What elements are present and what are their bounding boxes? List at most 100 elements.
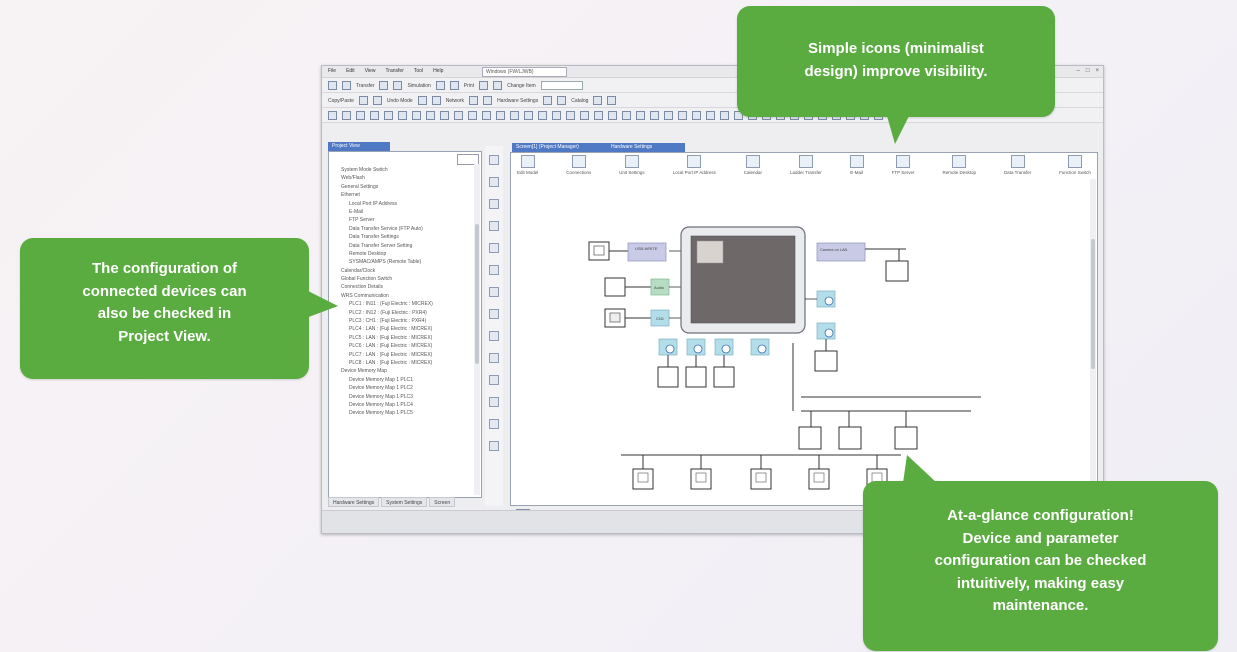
tree-item[interactable]: PLC2 : IN12 : (Fuji Electric : PXR4) bbox=[333, 309, 473, 317]
toolbar-icon[interactable] bbox=[543, 96, 553, 105]
drawing-tool-icon[interactable] bbox=[384, 111, 393, 120]
toolbar-icon[interactable] bbox=[379, 81, 389, 90]
camera-device-group[interactable]: CN1 bbox=[604, 308, 670, 328]
drawing-tool-icon[interactable] bbox=[664, 111, 673, 120]
drawing-tool-icon[interactable] bbox=[342, 111, 351, 120]
drawing-tool-icon[interactable] bbox=[524, 111, 533, 120]
tree-item[interactable]: Remote Desktop bbox=[333, 250, 473, 258]
drawing-tool-icon[interactable] bbox=[426, 111, 435, 120]
tree-item[interactable]: Device Memory Map bbox=[333, 367, 473, 375]
lan-device-1[interactable] bbox=[798, 426, 822, 450]
toolbar-label[interactable]: Transfer bbox=[356, 83, 374, 89]
tree-item[interactable]: Global Function Switch bbox=[333, 275, 473, 283]
tree-item[interactable]: Device Memory Map 1 PLC2 bbox=[333, 384, 473, 392]
toolbar-icon[interactable] bbox=[328, 81, 337, 90]
audio-device-group[interactable]: Audio bbox=[604, 277, 670, 297]
drawing-tool-icon[interactable] bbox=[510, 111, 519, 120]
menu-item[interactable]: File bbox=[328, 68, 336, 74]
tree-item[interactable]: E-Mail bbox=[333, 208, 473, 216]
drawing-tool-icon[interactable] bbox=[650, 111, 659, 120]
tool-icon[interactable] bbox=[489, 331, 499, 341]
toolbar-label[interactable]: Undo Mode bbox=[387, 98, 413, 104]
toolbar-icon[interactable] bbox=[417, 96, 427, 105]
tree-item[interactable]: PLC1 : IN11 : (Fuji Electric : MICREX) bbox=[333, 300, 473, 308]
toolbar-icon[interactable] bbox=[431, 96, 441, 105]
tab-screen[interactable]: Screen[1] (Project Manager) bbox=[512, 143, 608, 152]
project-tree-scrollbar[interactable] bbox=[474, 164, 480, 495]
title-field[interactable]: Windows (FW/LJWB) bbox=[482, 67, 567, 77]
drawing-tool-icon[interactable] bbox=[482, 111, 491, 120]
tab-hardware-settings[interactable]: Hardware Settings bbox=[607, 143, 685, 152]
minimize-icon[interactable]: – bbox=[1077, 68, 1080, 74]
ribbon-button[interactable]: Ladder Transfer bbox=[790, 155, 822, 179]
close-icon[interactable]: × bbox=[1095, 68, 1099, 74]
toolbar-label[interactable]: Hardware Settings bbox=[497, 98, 538, 104]
tool-icon[interactable] bbox=[489, 199, 499, 209]
ribbon-button[interactable]: Connections bbox=[566, 155, 591, 179]
left-panel-tab[interactable]: Screen bbox=[429, 497, 456, 507]
lan-device-2[interactable] bbox=[838, 426, 862, 450]
ribbon-button[interactable]: E-Mail bbox=[849, 155, 864, 179]
drawing-tool-icon[interactable] bbox=[594, 111, 603, 120]
drawing-tool-icon[interactable] bbox=[370, 111, 379, 120]
toolbar-icon[interactable] bbox=[557, 96, 567, 105]
drawing-tool-icon[interactable] bbox=[496, 111, 505, 120]
ribbon-button[interactable]: Data Transfer bbox=[1004, 155, 1031, 179]
tool-icon[interactable] bbox=[489, 265, 499, 275]
serial-device[interactable] bbox=[657, 366, 679, 388]
tree-item[interactable]: Data Transfer Settings bbox=[333, 233, 473, 241]
drawing-tool-icon[interactable] bbox=[398, 111, 407, 120]
tree-item[interactable]: PLC6 : LAN : (Fuji Electric : MICREX) bbox=[333, 342, 473, 350]
toolbar-label[interactable]: Print bbox=[464, 83, 474, 89]
tree-item[interactable]: Data Transfer Server Setting bbox=[333, 242, 473, 250]
lan-device-3[interactable] bbox=[894, 426, 918, 450]
scrollbar-thumb[interactable] bbox=[475, 224, 479, 364]
tree-item[interactable]: Device Memory Map 1 PLC1 bbox=[333, 376, 473, 384]
tool-icon[interactable] bbox=[489, 375, 499, 385]
drawing-tool-icon[interactable] bbox=[468, 111, 477, 120]
toolbar-label[interactable]: Change Item bbox=[507, 83, 536, 89]
left-panel-tab[interactable]: System Settings bbox=[381, 497, 428, 507]
tool-icon[interactable] bbox=[489, 243, 499, 253]
toolbar-label[interactable]: Copy/Paste bbox=[328, 98, 354, 104]
toolbar-icon[interactable] bbox=[483, 96, 493, 105]
tool-icon[interactable] bbox=[489, 441, 499, 451]
tree-item[interactable]: General Settings bbox=[333, 183, 473, 191]
tree-item[interactable]: PLC7 : LAN : (Fuji Electric : MICREX) bbox=[333, 351, 473, 359]
ribbon-button[interactable]: FTP Server bbox=[892, 155, 915, 179]
toolbar-icon[interactable] bbox=[469, 96, 479, 105]
tree-item[interactable]: Device Memory Map 1 PLC4 bbox=[333, 401, 473, 409]
drawing-tool-icon[interactable] bbox=[580, 111, 589, 120]
tool-icon[interactable] bbox=[489, 397, 499, 407]
ribbon-button[interactable]: Local Port IP Address bbox=[673, 155, 716, 179]
tree-item[interactable]: PLC3 : CH1 : (Fuji Electric : PXR4) bbox=[333, 317, 473, 325]
toolbar-icon[interactable] bbox=[372, 96, 382, 105]
tree-item[interactable]: FTP Server bbox=[333, 216, 473, 224]
serial-device[interactable] bbox=[713, 366, 735, 388]
drawing-tool-icon[interactable] bbox=[622, 111, 631, 120]
diagram-scrollbar[interactable] bbox=[1090, 179, 1096, 503]
tool-icon[interactable] bbox=[489, 287, 499, 297]
ribbon-button[interactable]: Edit Model bbox=[517, 155, 538, 179]
scrollbar-thumb[interactable] bbox=[1091, 239, 1095, 369]
menu-item[interactable]: Edit bbox=[346, 68, 355, 74]
tool-icon[interactable] bbox=[489, 353, 499, 363]
ribbon-button[interactable]: Function Switch bbox=[1059, 155, 1091, 179]
menu-item[interactable]: View bbox=[365, 68, 376, 74]
tree-item[interactable]: Calendar/Clock bbox=[333, 267, 473, 275]
toolbar-icon[interactable] bbox=[342, 81, 351, 90]
toolbar-label[interactable]: Simulation bbox=[407, 83, 430, 89]
serial-device[interactable] bbox=[685, 366, 707, 388]
toolbar-label[interactable]: Catalog bbox=[571, 98, 588, 104]
drawing-tool-icon[interactable] bbox=[566, 111, 575, 120]
left-panel-tab[interactable]: Hardware Settings bbox=[328, 497, 380, 507]
toolbar-icon[interactable] bbox=[607, 96, 617, 105]
tree-item[interactable]: PLC4 : LAN : (Fuji Electric : MICREX) bbox=[333, 325, 473, 333]
toolbar-icon[interactable] bbox=[449, 81, 459, 90]
tool-icon[interactable] bbox=[489, 221, 499, 231]
drawing-tool-icon[interactable] bbox=[706, 111, 715, 120]
change-item-dropdown[interactable] bbox=[540, 81, 583, 90]
menu-item[interactable]: Transfer bbox=[385, 68, 403, 74]
tree-item[interactable]: Device Memory Map 1 PLC5 bbox=[333, 409, 473, 417]
ribbon-button[interactable]: Remote Desktop bbox=[942, 155, 976, 179]
